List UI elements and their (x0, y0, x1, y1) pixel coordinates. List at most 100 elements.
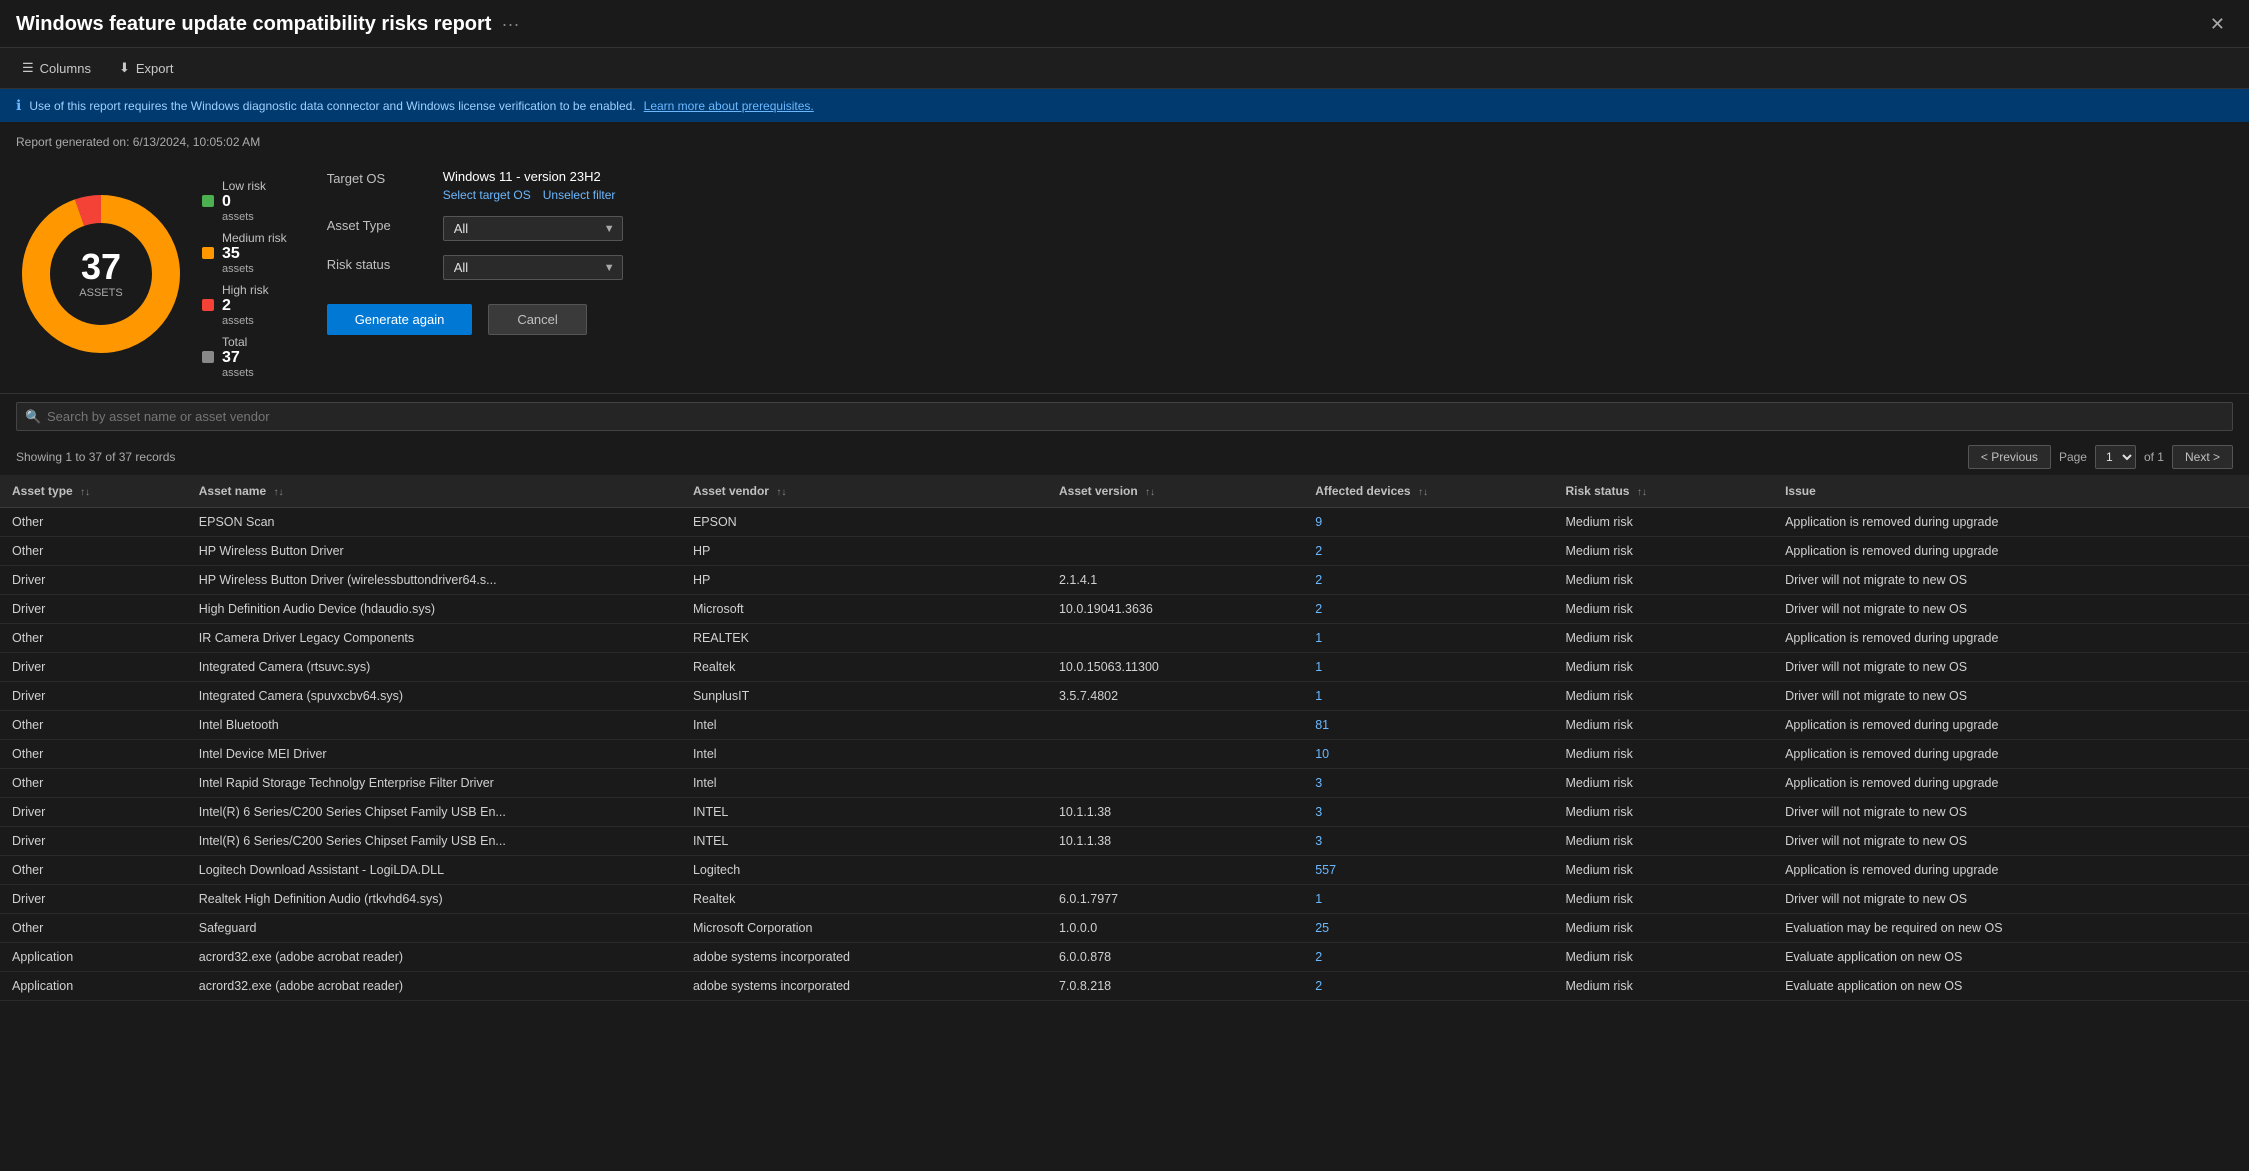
cell-affected-devices[interactable]: 3 (1303, 798, 1553, 827)
cell-affected-devices[interactable]: 1 (1303, 885, 1553, 914)
cell-asset-type: Other (0, 537, 187, 566)
cell-affected-devices[interactable]: 3 (1303, 827, 1553, 856)
cell-asset-name: Intel(R) 6 Series/C200 Series Chipset Fa… (187, 827, 681, 856)
info-link[interactable]: Learn more about prerequisites. (644, 99, 814, 113)
unselect-filter-link[interactable]: Unselect filter (543, 188, 616, 202)
cell-asset-name: acrord32.exe (adobe acrobat reader) (187, 943, 681, 972)
cell-asset-version: 3.5.7.4802 (1047, 682, 1303, 711)
title-bar-left: Windows feature update compatibility ris… (16, 13, 519, 36)
cell-affected-devices[interactable]: 557 (1303, 856, 1553, 885)
cell-asset-type: Other (0, 914, 187, 943)
cell-asset-name: acrord32.exe (adobe acrobat reader) (187, 972, 681, 1001)
cell-asset-name: Intel(R) 6 Series/C200 Series Chipset Fa… (187, 798, 681, 827)
cell-asset-vendor: Realtek (681, 885, 1047, 914)
risk-status-select[interactable]: All Medium risk High risk Low risk (443, 255, 623, 280)
chart-area: 37 ASSETS Low risk 0 assets Medium risk … (16, 169, 287, 379)
cell-issue: Driver will not migrate to new OS (1773, 827, 2249, 856)
export-icon: ⬇ (119, 60, 130, 76)
cell-affected-devices[interactable]: 2 (1303, 943, 1553, 972)
col-header-affected-devices[interactable]: Affected devices ↑↓ (1303, 475, 1553, 508)
cell-asset-vendor: adobe systems incorporated (681, 943, 1047, 972)
cell-affected-devices[interactable]: 25 (1303, 914, 1553, 943)
cell-asset-version: 6.0.1.7977 (1047, 885, 1303, 914)
columns-icon: ☰ (22, 60, 34, 76)
cell-risk-status: Medium risk (1553, 653, 1773, 682)
cell-issue: Application is removed during upgrade (1773, 856, 2249, 885)
cell-asset-version (1047, 624, 1303, 653)
cell-asset-name: Integrated Camera (spuvxcbv64.sys) (187, 682, 681, 711)
cell-asset-type: Driver (0, 885, 187, 914)
cell-asset-vendor: Intel (681, 769, 1047, 798)
cell-asset-version (1047, 537, 1303, 566)
table-row: Driver High Definition Audio Device (hda… (0, 595, 2249, 624)
low-risk-dot (202, 195, 214, 207)
data-table: Asset type ↑↓ Asset name ↑↓ Asset vendor… (0, 475, 2249, 1001)
cell-affected-devices[interactable]: 2 (1303, 595, 1553, 624)
cell-asset-name: Logitech Download Assistant - LogiLDA.DL… (187, 856, 681, 885)
title-more-icon[interactable]: ··· (501, 14, 519, 35)
cell-issue: Application is removed during upgrade (1773, 769, 2249, 798)
cell-affected-devices[interactable]: 81 (1303, 711, 1553, 740)
col-header-risk-status[interactable]: Risk status ↑↓ (1553, 475, 1773, 508)
search-bar: 🔍 (0, 393, 2249, 439)
columns-button[interactable]: ☰ Columns (16, 56, 97, 80)
legend-high: High risk 2 assets (202, 283, 287, 327)
title-bar: Windows feature update compatibility ris… (0, 0, 2249, 48)
cell-affected-devices[interactable]: 2 (1303, 566, 1553, 595)
table-row: Driver Integrated Camera (spuvxcbv64.sys… (0, 682, 2249, 711)
cell-risk-status: Medium risk (1553, 740, 1773, 769)
cell-issue: Evaluation may be required on new OS (1773, 914, 2249, 943)
cell-asset-version: 2.1.4.1 (1047, 566, 1303, 595)
cell-affected-devices[interactable]: 2 (1303, 972, 1553, 1001)
cell-affected-devices[interactable]: 2 (1303, 537, 1553, 566)
asset-type-select[interactable]: All Driver Application Other (443, 216, 623, 241)
cell-risk-status: Medium risk (1553, 856, 1773, 885)
cell-risk-status: Medium risk (1553, 827, 1773, 856)
next-button[interactable]: Next > (2172, 445, 2233, 469)
cell-asset-vendor: Realtek (681, 653, 1047, 682)
col-header-asset-version[interactable]: Asset version ↑↓ (1047, 475, 1303, 508)
search-input[interactable] (16, 402, 2233, 431)
cell-risk-status: Medium risk (1553, 769, 1773, 798)
col-header-asset-name[interactable]: Asset name ↑↓ (187, 475, 681, 508)
cell-asset-version: 10.1.1.38 (1047, 827, 1303, 856)
cell-affected-devices[interactable]: 9 (1303, 508, 1553, 537)
export-button[interactable]: ⬇ Export (113, 56, 179, 80)
col-header-asset-vendor[interactable]: Asset vendor ↑↓ (681, 475, 1047, 508)
cell-issue: Application is removed during upgrade (1773, 508, 2249, 537)
table-row: Other Logitech Download Assistant - Logi… (0, 856, 2249, 885)
page-select[interactable]: 1 (2095, 445, 2136, 469)
cell-asset-type: Other (0, 508, 187, 537)
previous-button[interactable]: < Previous (1968, 445, 2051, 469)
cancel-button[interactable]: Cancel (488, 304, 586, 335)
cell-affected-devices[interactable]: 1 (1303, 624, 1553, 653)
cell-risk-status: Medium risk (1553, 914, 1773, 943)
risk-status-select-wrapper: All Medium risk High risk Low risk ▼ (443, 255, 623, 280)
cell-asset-name: HP Wireless Button Driver (187, 537, 681, 566)
legend-medium: Medium risk 35 assets (202, 231, 287, 275)
cell-issue: Driver will not migrate to new OS (1773, 798, 2249, 827)
cell-risk-status: Medium risk (1553, 508, 1773, 537)
cell-risk-status: Medium risk (1553, 798, 1773, 827)
col-header-issue: Issue (1773, 475, 2249, 508)
cell-asset-version: 10.0.19041.3636 (1047, 595, 1303, 624)
generate-again-button[interactable]: Generate again (327, 304, 473, 335)
sort-icon-asset-type: ↑↓ (80, 487, 90, 498)
cell-asset-name: IR Camera Driver Legacy Components (187, 624, 681, 653)
cell-affected-devices[interactable]: 10 (1303, 740, 1553, 769)
info-icon: ℹ (16, 97, 21, 114)
cell-affected-devices[interactable]: 3 (1303, 769, 1553, 798)
close-button[interactable]: ✕ (2202, 12, 2233, 37)
cell-asset-version (1047, 711, 1303, 740)
cell-affected-devices[interactable]: 1 (1303, 653, 1553, 682)
cell-affected-devices[interactable]: 1 (1303, 682, 1553, 711)
sort-icon-risk-status: ↑↓ (1637, 487, 1647, 498)
col-header-asset-type[interactable]: Asset type ↑↓ (0, 475, 187, 508)
cell-asset-name: Intel Rapid Storage Technolgy Enterprise… (187, 769, 681, 798)
cell-risk-status: Medium risk (1553, 682, 1773, 711)
target-os-value: Windows 11 - version 23H2 (443, 169, 616, 184)
donut-center: 37 ASSETS (79, 249, 122, 299)
cell-issue: Driver will not migrate to new OS (1773, 653, 2249, 682)
select-target-os-link[interactable]: Select target OS (443, 188, 531, 202)
cell-asset-vendor: REALTEK (681, 624, 1047, 653)
